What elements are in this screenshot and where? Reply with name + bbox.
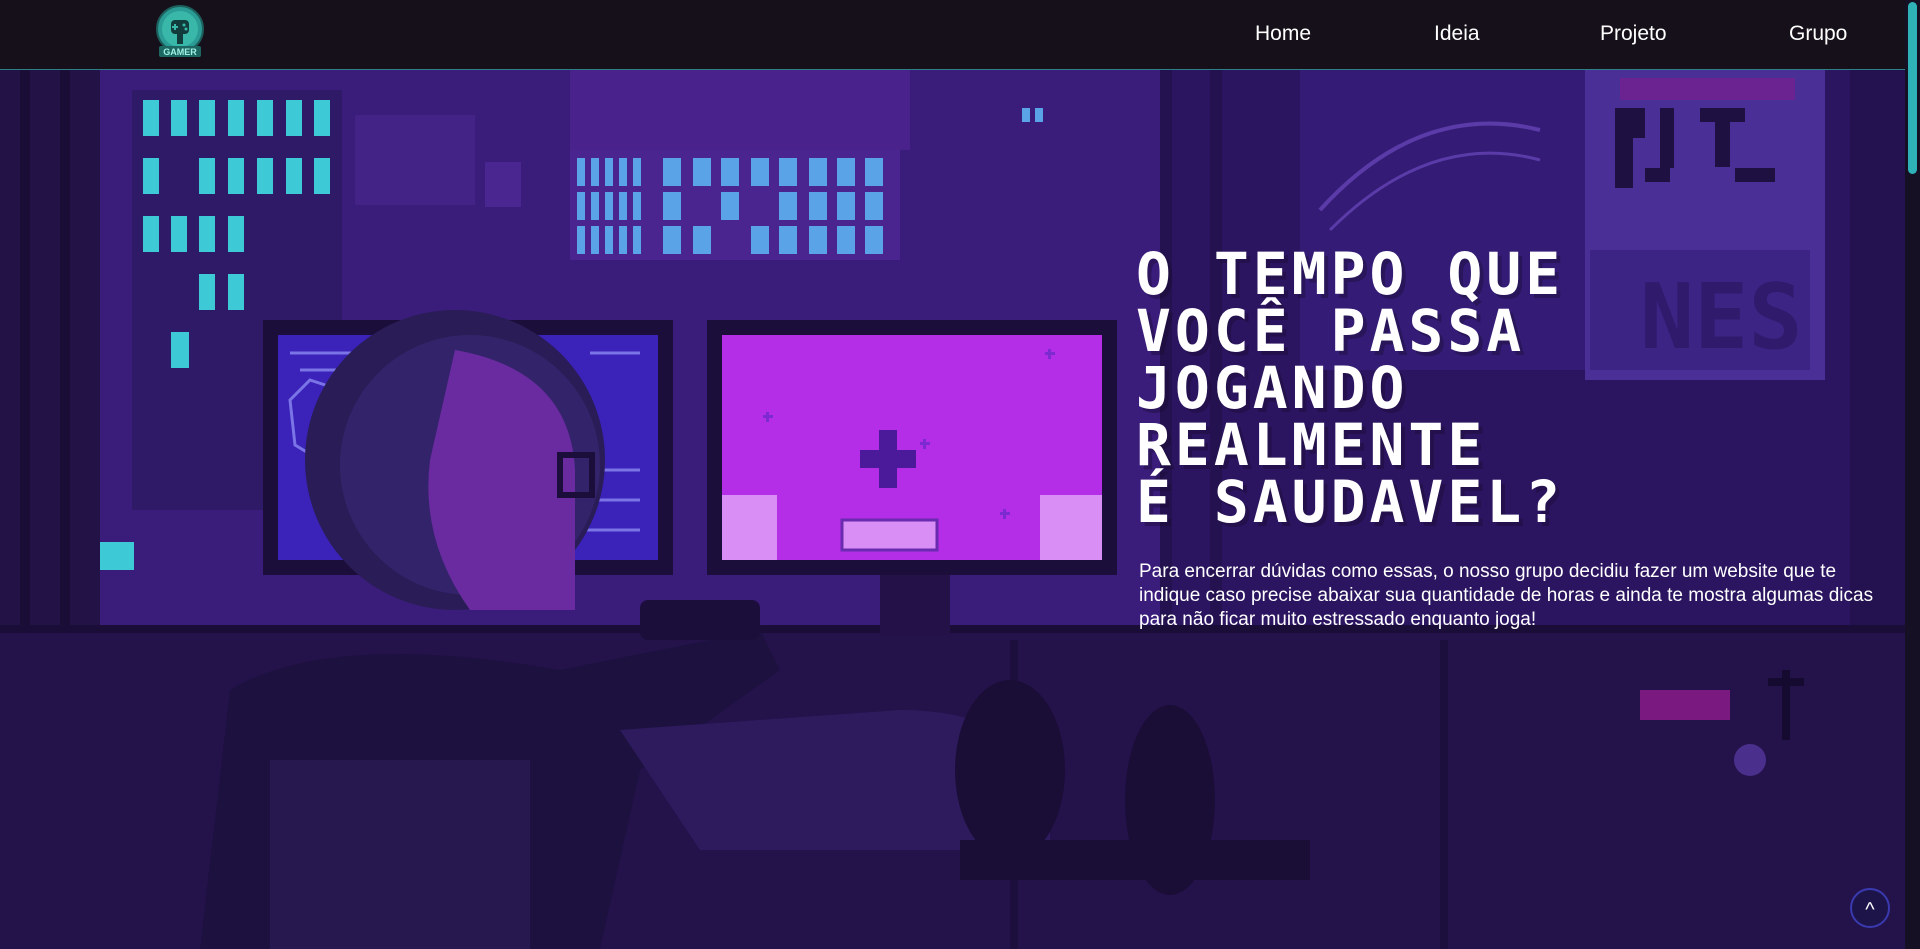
hero-title: O TEMPO QUE VOCê PASSA JOGANDO REALMENTE… <box>1136 240 1565 536</box>
scrollbar-thumb[interactable] <box>1908 2 1917 174</box>
back-to-top-button[interactable]: ^ <box>1850 888 1890 928</box>
nav-ideia-link[interactable]: Ideia <box>1434 22 1480 46</box>
gamer-controller-logo-icon: GAMER <box>156 5 204 57</box>
logo-text: GAMER <box>163 47 197 57</box>
chevron-up-icon: ^ <box>1865 899 1875 921</box>
hero-description: Para encerrar dúvidas como essas, o noss… <box>1139 561 1874 630</box>
navbar: GAMER Home Ideia Projeto Grupo <box>0 0 1905 70</box>
gamer-logo[interactable]: GAMER <box>151 4 209 62</box>
hero-section: NES O TEMPO QUE VOCÊ PASSA JOGANDO REALM… <box>0 70 1905 949</box>
nav-projeto-link[interactable]: Projeto <box>1600 22 1667 46</box>
page: GAMER Home Ideia Projeto Grupo NES O TEM… <box>0 0 1920 949</box>
page-scrollbar[interactable] <box>1905 0 1920 949</box>
nav-grupo-link[interactable]: Grupo <box>1789 22 1847 46</box>
nav-home-link[interactable]: Home <box>1255 22 1311 46</box>
